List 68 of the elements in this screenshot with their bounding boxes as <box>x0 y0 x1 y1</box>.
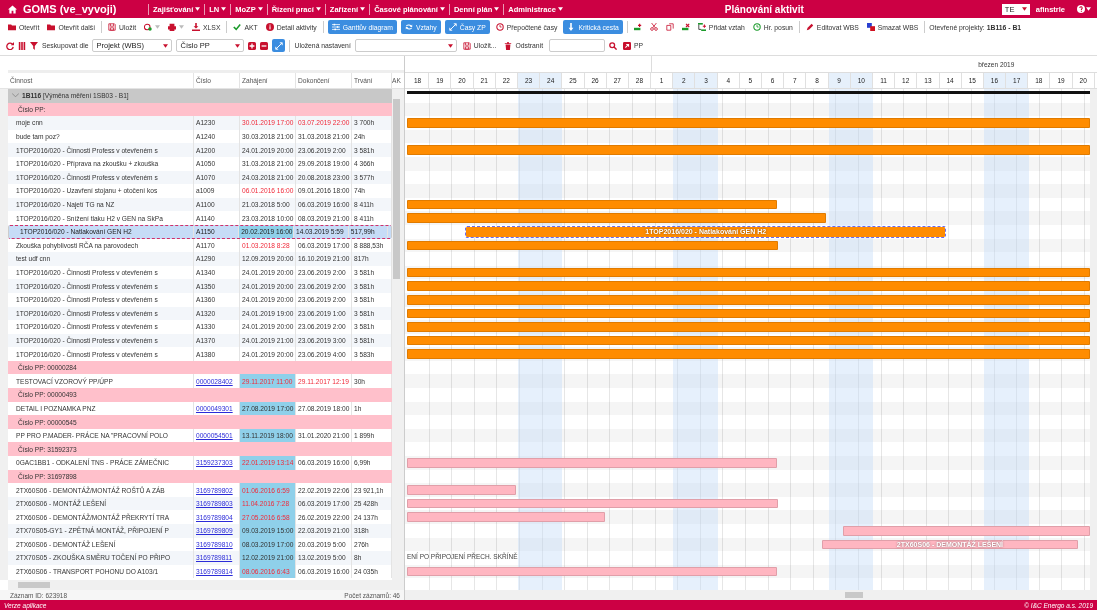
caret-icon <box>1021 7 1027 11</box>
caret-icon <box>235 43 241 48</box>
horizontal-scrollbar[interactable] <box>405 590 1097 600</box>
home-icon[interactable] <box>8 4 17 14</box>
check-icon <box>233 23 242 31</box>
caret-icon <box>439 7 445 11</box>
status-menu-button[interactable] <box>142 22 163 32</box>
task-bar[interactable] <box>407 335 1090 346</box>
caret-icon <box>195 7 201 11</box>
removebar-button[interactable] <box>679 22 692 32</box>
caret-icon <box>557 7 563 11</box>
trash-icon <box>504 41 513 50</box>
add-link-icon <box>697 23 706 31</box>
task-bar[interactable] <box>407 240 778 251</box>
columns-icon[interactable] <box>18 41 26 50</box>
scissors-icon <box>649 23 658 31</box>
pencil-icon <box>805 23 814 31</box>
minus-square-icon[interactable] <box>260 41 269 50</box>
app-name[interactable]: GOMS (ve_vyvoji) <box>23 3 117 15</box>
caret-icon <box>315 7 321 11</box>
scissors-button[interactable] <box>647 22 660 32</box>
chevron-icon[interactable] <box>12 93 19 99</box>
arrow-down-icon <box>567 23 576 31</box>
plus-square-icon[interactable] <box>248 41 257 50</box>
blocks-icon <box>866 23 875 31</box>
external-link-icon <box>623 41 632 50</box>
caret-icon <box>257 7 263 11</box>
search-icon[interactable] <box>609 41 618 50</box>
sliders-icon <box>331 23 340 31</box>
copy-button[interactable] <box>663 22 676 32</box>
horizontal-scrollbar[interactable] <box>8 580 404 590</box>
saved-settings-select[interactable] <box>354 39 457 52</box>
task-bar[interactable] <box>407 199 777 210</box>
info-icon <box>265 23 274 31</box>
expand-icon <box>275 41 283 50</box>
caret-icon <box>494 7 500 11</box>
caret-icon <box>1086 7 1091 11</box>
printer-icon <box>168 23 177 31</box>
caret-icon <box>155 25 161 29</box>
caret-icon <box>221 7 227 11</box>
task-bar[interactable] <box>407 566 777 577</box>
clock-icon <box>752 23 761 31</box>
add-bar-icon <box>633 23 642 31</box>
vertical-scrollbar[interactable] <box>1090 89 1097 590</box>
search-field[interactable] <box>549 39 606 52</box>
refresh-icon[interactable] <box>6 41 14 50</box>
remove-bar-icon <box>681 23 690 31</box>
folder-icon <box>8 23 16 31</box>
caret-icon <box>163 43 169 48</box>
download-icon <box>192 23 201 31</box>
addbar-button[interactable] <box>631 22 644 32</box>
task-bar[interactable] <box>407 267 1090 278</box>
copy-icon <box>665 23 674 31</box>
folder-icon <box>47 23 56 31</box>
task-bar[interactable] <box>407 308 1090 319</box>
expand-icon <box>448 23 457 31</box>
exchange-icon <box>404 23 413 31</box>
print-menu-button[interactable] <box>166 22 187 32</box>
page-title: Plánování aktivit <box>723 3 805 15</box>
task-bar[interactable] <box>407 498 778 509</box>
caret-icon <box>447 43 453 48</box>
clock-icon <box>495 23 504 31</box>
caret-icon <box>360 7 366 11</box>
expand-button[interactable] <box>272 39 286 52</box>
status-icon <box>144 23 153 31</box>
task-bar[interactable] <box>407 294 1090 305</box>
filter-icon[interactable] <box>30 41 38 50</box>
caret-icon <box>179 25 185 29</box>
